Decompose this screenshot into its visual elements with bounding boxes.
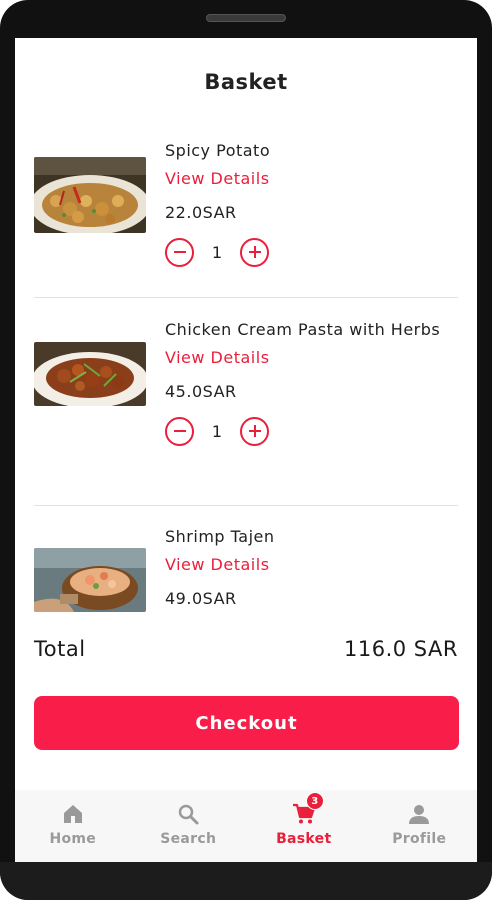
shrimp-tajen-image [34, 548, 146, 612]
basket-item: Shrimp Tajen View Details 49.0SAR [34, 523, 458, 623]
cart-count-badge: 3 [305, 792, 324, 810]
checkout-button[interactable]: Checkout [34, 696, 459, 750]
cart-icon: 3 [292, 792, 324, 826]
quantity-stepper: 1 [165, 237, 455, 267]
basket-item: Chicken Cream Pasta with Herbs View Deta… [34, 316, 458, 486]
device-frame: Basket Spicy Potato View Details 22.0SAR… [0, 0, 492, 900]
decrease-quantity-button[interactable] [165, 416, 194, 446]
item-name: Spicy Potato [165, 141, 271, 160]
plus-icon [248, 425, 261, 437]
profile-icon [407, 802, 431, 826]
increase-quantity-button[interactable] [240, 237, 269, 267]
view-details-link[interactable]: View Details [165, 165, 455, 193]
app-screen: Basket Spicy Potato View Details 22.0SAR… [15, 38, 477, 862]
total-label: Total [34, 637, 86, 661]
divider [34, 297, 458, 298]
device-bottom-bezel [0, 862, 492, 900]
nav-item-profile[interactable]: Profile [362, 790, 478, 862]
item-info: Spicy Potato View Details 22.0SAR 1 [165, 137, 455, 267]
item-price: 49.0SAR [165, 589, 237, 608]
nav-item-home[interactable]: Home [15, 790, 131, 862]
total-row: Total 116.0 SAR [34, 636, 458, 662]
view-details-link[interactable]: View Details [165, 551, 455, 579]
minus-icon [173, 251, 186, 253]
plus-icon [248, 246, 261, 258]
page-title: Basket [204, 70, 288, 94]
item-info: Shrimp Tajen View Details 49.0SAR [165, 523, 455, 609]
nav-label: Search [160, 831, 217, 847]
total-value: 116.0 SAR [344, 637, 458, 661]
divider [34, 505, 458, 506]
quantity-value: 1 [211, 421, 223, 441]
item-info: Chicken Cream Pasta with Herbs View Deta… [165, 316, 455, 446]
nav-label: Basket [276, 831, 332, 847]
decrease-quantity-button[interactable] [165, 237, 194, 267]
item-price: 22.0SAR [165, 203, 237, 222]
minus-icon [173, 430, 186, 432]
basket-item: Spicy Potato View Details 22.0SAR 1 [34, 137, 458, 277]
nav-item-search[interactable]: Search [131, 790, 247, 862]
item-price: 45.0SAR [165, 382, 237, 401]
nav-item-basket[interactable]: 3 Basket [246, 790, 362, 862]
bottom-navigation: Home Search 3 Basket Profile [15, 790, 477, 862]
item-name: Chicken Cream Pasta with Herbs [165, 320, 441, 339]
nav-label: Home [49, 831, 97, 847]
nav-label: Profile [392, 831, 447, 847]
increase-quantity-button[interactable] [240, 416, 269, 446]
quantity-value: 1 [211, 242, 223, 262]
spicy-potato-image [34, 157, 146, 233]
item-name: Shrimp Tajen [165, 527, 275, 546]
view-details-link[interactable]: View Details [165, 344, 455, 372]
speaker-grille [206, 14, 286, 22]
search-icon [176, 802, 200, 826]
quantity-stepper: 1 [165, 416, 455, 446]
home-icon [61, 802, 85, 826]
chicken-pasta-image [34, 342, 146, 406]
